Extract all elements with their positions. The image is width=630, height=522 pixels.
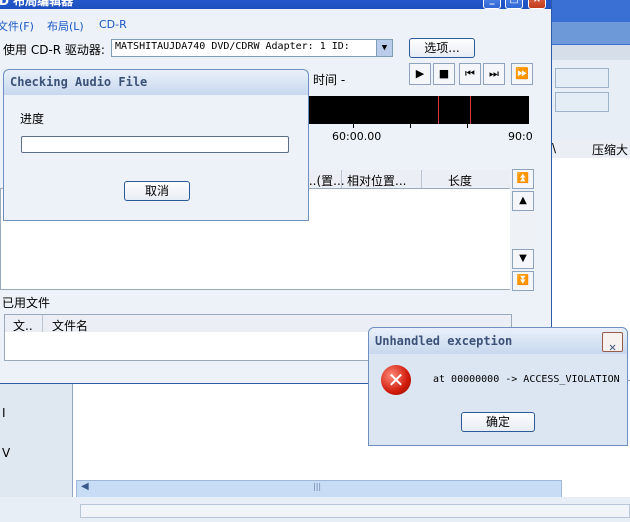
fast-forward-icon: ⏭ (489, 67, 499, 80)
dialog-title: Unhandled exception (375, 334, 513, 348)
progress-label: 进度 (20, 112, 45, 126)
background-header-item: \ (552, 141, 557, 155)
menu-layout[interactable]: 布局(L) (47, 18, 84, 34)
close-button[interactable]: ✕ (602, 332, 623, 354)
checking-audio-dialog: Checking Audio File 进度 取消 (3, 69, 309, 221)
window-title-bar: D 布局编辑器 _ □ × (0, 0, 551, 9)
move-down-icon: ▼ (519, 253, 527, 264)
menu-bar: 文件(F) 布局(L) CD-R (0, 15, 551, 35)
error-icon: ✕ (381, 365, 411, 395)
track-list-header: ...(置... 相对位置... 长度 (305, 170, 510, 189)
horizontal-scrollbar[interactable]: ◀ ||| (76, 480, 562, 498)
column-header[interactable]: 相对位置... (347, 172, 406, 189)
ruler-label: 60:00.00 (332, 130, 382, 143)
dialog-title-bar[interactable]: Checking Audio File (4, 70, 308, 95)
ruler-label: 90:0 (508, 130, 533, 143)
cancel-button[interactable]: 取消 (124, 181, 190, 201)
rewind-button[interactable]: ⏮ (459, 63, 481, 85)
dialog-title-bar[interactable]: Unhandled exception ✕ (369, 328, 627, 354)
move-down-button[interactable]: ▼ (512, 249, 534, 269)
move-bottom-button[interactable]: ⏬ (512, 271, 534, 291)
progress-bar (21, 136, 289, 153)
scroll-thumb-grip-icon[interactable]: ||| (313, 482, 321, 491)
background-tab-row (550, 22, 630, 44)
close-button[interactable]: × (528, 0, 546, 9)
error-message: at 00000000 -> ACCESS_VIOLATION (433, 374, 620, 385)
stop-icon: ■ (438, 67, 450, 80)
drive-select-value: MATSHITAUJDA740 DVD/CDRW Adapter: 1 ID: (115, 41, 350, 52)
rewind-icon: ⏮ (465, 67, 475, 80)
options-button[interactable]: 选项... (409, 38, 475, 58)
move-bottom-icon: ⏬ (516, 275, 530, 286)
ruler-tick (410, 124, 411, 128)
background-field[interactable] (555, 68, 609, 88)
column-divider (421, 170, 422, 188)
timeline-display[interactable] (305, 96, 529, 124)
column-header[interactable]: 长度 (448, 172, 472, 189)
move-top-button[interactable]: ⏫ (512, 169, 534, 189)
menu-file[interactable]: 文件(F) (0, 18, 34, 34)
background-fragment: I (2, 406, 6, 420)
column-header[interactable]: ...(置... (305, 172, 345, 189)
timeline-ruler: 60:00.00 90:0 (305, 124, 533, 146)
background-fragment: V (2, 446, 11, 460)
dialog-body: 进度 取消 (4, 95, 308, 220)
timeline-marker (438, 96, 439, 124)
skip-icon: ⏩ (515, 67, 529, 80)
chevron-down-icon[interactable]: ▼ (376, 40, 392, 56)
move-up-icon: ▲ (519, 195, 527, 206)
stop-button[interactable]: ■ (433, 63, 455, 85)
menu-cdr[interactable]: CD-R (99, 18, 127, 31)
dialog-title: Checking Audio File (10, 75, 148, 89)
ok-button[interactable]: 确定 (461, 412, 535, 432)
timeline-marker (470, 96, 471, 124)
maximize-button[interactable]: □ (505, 0, 523, 9)
window-title: D 布局编辑器 (0, 0, 74, 8)
background-slider[interactable] (80, 504, 630, 518)
ruler-tick (467, 124, 468, 128)
ruler-tick (353, 124, 354, 128)
time-label: 时间 - (313, 73, 346, 87)
minimize-button[interactable]: _ (483, 0, 501, 9)
used-files-label: 已用文件 (2, 296, 51, 310)
drive-select[interactable]: MATSHITAUJDA740 DVD/CDRW Adapter: 1 ID: … (111, 39, 393, 57)
background-header-item: 压缩大 (592, 143, 629, 157)
background-field[interactable] (555, 92, 609, 112)
drive-label: 使用 CD-R 驱动器: (3, 43, 105, 57)
play-icon: ▶ (415, 67, 425, 80)
move-top-icon: ⏫ (516, 173, 530, 184)
move-up-button[interactable]: ▲ (512, 191, 534, 211)
column-divider (341, 170, 342, 188)
skip-button[interactable]: ⏩ (511, 63, 533, 85)
fast-forward-button[interactable]: ⏭ (483, 63, 505, 85)
error-dialog: Unhandled exception ✕ ✕ at 00000000 -> A… (368, 327, 628, 446)
column-divider (42, 315, 43, 333)
scroll-left-icon[interactable]: ◀ (81, 481, 89, 492)
background-list-header: \ 压缩大 (552, 140, 630, 159)
play-button[interactable]: ▶ (409, 63, 431, 85)
close-icon: ✕ (609, 340, 617, 354)
